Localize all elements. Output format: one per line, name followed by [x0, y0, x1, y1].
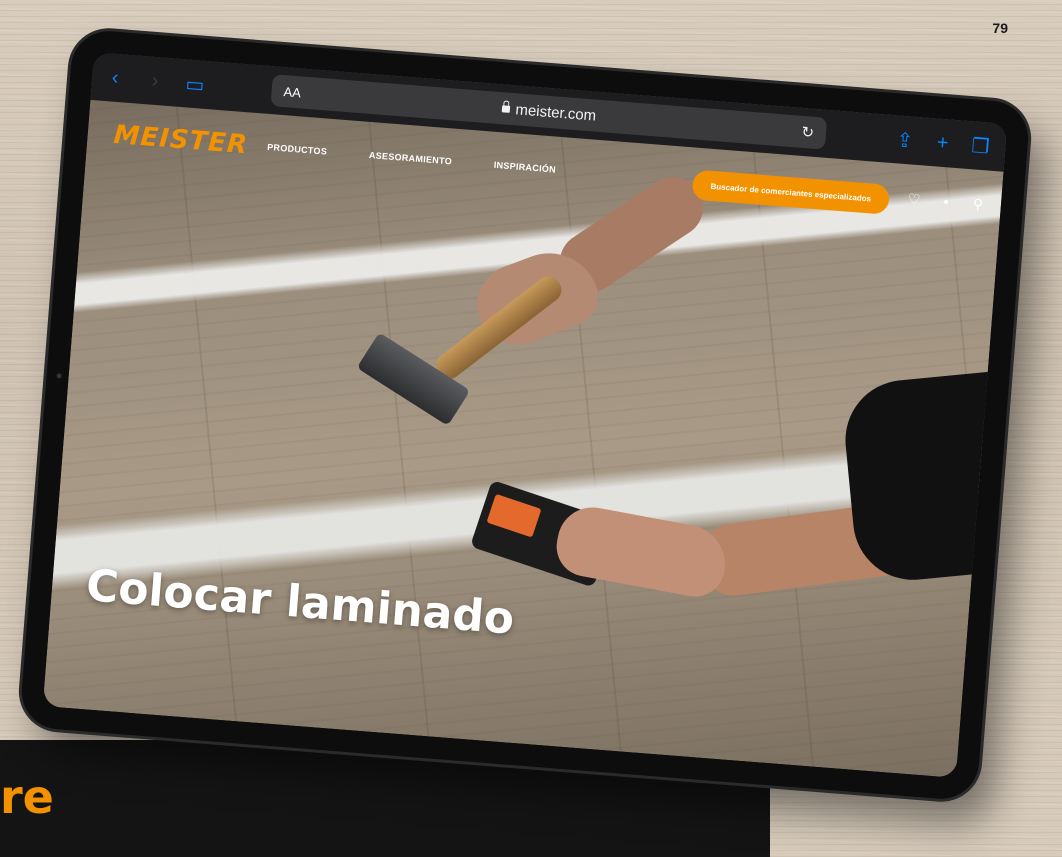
tablet-screen: ‹ › ▭ AA meister.com ↻ ⇪ + ❐ MEISTER PRO… — [42, 52, 1008, 778]
right-hand — [551, 501, 732, 602]
dealer-search-button[interactable]: Buscador de comerciantes especializados — [691, 169, 891, 215]
header-icons: ♡ ▪ ⚲ — [904, 190, 987, 213]
share-icon: ⇪ — [895, 128, 914, 153]
tablet-device: ‹ › ▭ AA meister.com ↻ ⇪ + ❐ MEISTER PRO… — [19, 28, 1031, 802]
lock-icon — [501, 104, 510, 113]
forward-button[interactable]: › — [137, 63, 174, 100]
heart-icon[interactable]: ♡ — [904, 190, 923, 208]
tabs-button[interactable]: ❐ — [960, 127, 1001, 164]
site-nav: PRODUCTOS ASESORAMIENTO INSPIRACIÓN — [267, 142, 557, 175]
search-icon[interactable]: ⚲ — [968, 195, 987, 213]
bookmarks-button[interactable]: ▭ — [177, 66, 214, 103]
hero-title: Colocar laminado — [84, 560, 517, 645]
bookmark-icon[interactable]: ▪ — [936, 193, 955, 211]
chevron-right-icon: › — [150, 69, 160, 92]
tapping-block-label — [486, 493, 542, 538]
page-number: 79 — [992, 20, 1008, 36]
nav-asesoramiento[interactable]: ASESORAMIENTO — [369, 150, 453, 167]
tabs-icon: ❐ — [970, 134, 991, 159]
new-tab-button[interactable]: + — [922, 124, 963, 161]
url-text: meister.com — [514, 100, 597, 125]
bottom-heading-fragment: re — [0, 770, 54, 824]
plus-icon: + — [935, 131, 950, 154]
camera-dot — [56, 373, 62, 379]
reload-icon[interactable]: ↻ — [801, 123, 815, 142]
share-button[interactable]: ⇪ — [884, 122, 925, 159]
meister-logo[interactable]: MEISTER — [113, 120, 250, 160]
browser-right-tools: ⇪ + ❐ — [884, 122, 1000, 165]
back-button[interactable]: ‹ — [97, 60, 134, 97]
nav-inspiracion[interactable]: INSPIRACIÓN — [493, 160, 556, 175]
chevron-left-icon: ‹ — [111, 66, 120, 89]
nav-productos[interactable]: PRODUCTOS — [267, 142, 328, 157]
book-icon: ▭ — [184, 72, 206, 97]
black-sleeve — [840, 371, 1008, 586]
